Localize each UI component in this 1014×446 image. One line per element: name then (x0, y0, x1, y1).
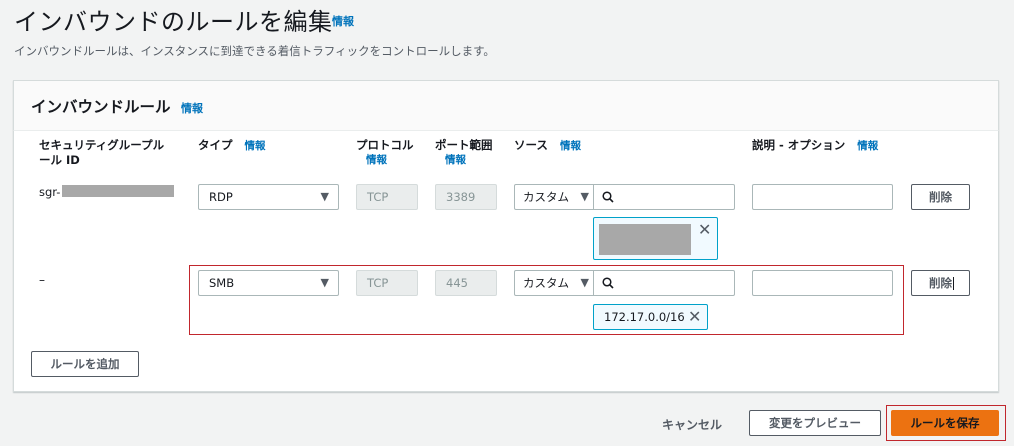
protocol-field: TCP (356, 184, 418, 210)
protocol-info-link[interactable]: 情報 (366, 153, 414, 168)
column-header-description: 説明 - オプション 情報 (752, 138, 878, 154)
port-info-link[interactable]: 情報 (445, 153, 493, 168)
delete-rule-button[interactable]: 削除 (911, 184, 970, 210)
column-header-rule-id: セキュリティグループル ール ID (39, 138, 164, 168)
page-title: インバウンドのルールを編集 (14, 8, 333, 36)
close-icon[interactable]: ✕ (688, 309, 701, 325)
close-icon[interactable]: ✕ (698, 222, 711, 238)
preview-changes-button[interactable]: 変更をプレビュー (749, 410, 881, 436)
type-info-link[interactable]: 情報 (245, 140, 266, 152)
source-type-value: カスタム (523, 190, 569, 204)
description-info-link[interactable]: 情報 (857, 140, 878, 152)
column-header-type: タイプ 情報 (198, 138, 266, 154)
cancel-button[interactable]: キャンセル (662, 416, 722, 433)
caret-down-icon: ▼ (580, 190, 589, 203)
description-input[interactable] (752, 270, 893, 296)
column-header-rule-id-line1: セキュリティグループル (39, 138, 165, 152)
column-header-description-label: 説明 - オプション (752, 138, 846, 152)
caret-down-icon: ▼ (580, 276, 589, 289)
caret-down-icon: ▼ (320, 190, 329, 203)
source-token: 172.17.0.0/16 ✕ (593, 304, 708, 330)
source-token: ✕ (593, 217, 718, 260)
delete-rule-button[interactable]: 削除 (911, 270, 970, 296)
protocol-field: TCP (356, 270, 418, 296)
source-search-input[interactable] (593, 270, 735, 296)
token-label: 172.17.0.0/16 (604, 310, 685, 324)
column-header-port: ポート範囲 情報 (435, 138, 493, 168)
port-field: 445 (435, 270, 497, 296)
save-rules-button[interactable]: ルールを保存 (891, 410, 999, 436)
column-header-rule-id-line2: ール ID (39, 153, 80, 167)
redacted-block (599, 224, 691, 255)
source-search-input[interactable] (593, 184, 735, 210)
page-description: インバウンドルールは、インスタンスに到達できる着信トラフィックをコントロールしま… (14, 44, 495, 58)
column-header-port-label: ポート範囲 (435, 138, 493, 152)
source-type-value: カスタム (523, 276, 569, 290)
panel-info-link[interactable]: 情報 (181, 100, 203, 116)
column-header-protocol: プロトコル 情報 (356, 138, 414, 168)
rule-id: sgr- (39, 185, 61, 199)
source-type-select[interactable]: カスタム ▼ (514, 270, 594, 296)
description-input[interactable] (752, 184, 893, 210)
column-header-protocol-label: プロトコル (356, 138, 414, 152)
search-icon (602, 191, 614, 203)
rule-id: – (39, 273, 45, 287)
type-select-value: SMB (209, 276, 235, 290)
type-select[interactable]: SMB ▼ (198, 270, 339, 296)
caret-down-icon: ▼ (320, 276, 329, 289)
redacted-block (62, 185, 174, 197)
column-header-source: ソース 情報 (514, 138, 581, 154)
search-icon (602, 277, 614, 289)
source-info-link[interactable]: 情報 (560, 140, 581, 152)
panel-title: インバウンドルール (31, 98, 171, 116)
column-header-source-label: ソース (514, 138, 548, 152)
source-type-select[interactable]: カスタム ▼ (514, 184, 594, 210)
add-rule-button[interactable]: ルールを追加 (31, 351, 139, 377)
port-field: 3389 (435, 184, 497, 210)
type-select[interactable]: RDP ▼ (198, 184, 339, 210)
page-info-link[interactable]: 情報 (332, 13, 354, 29)
column-header-type-label: タイプ (198, 138, 233, 152)
text-cursor (953, 277, 954, 290)
type-select-value: RDP (209, 190, 233, 204)
